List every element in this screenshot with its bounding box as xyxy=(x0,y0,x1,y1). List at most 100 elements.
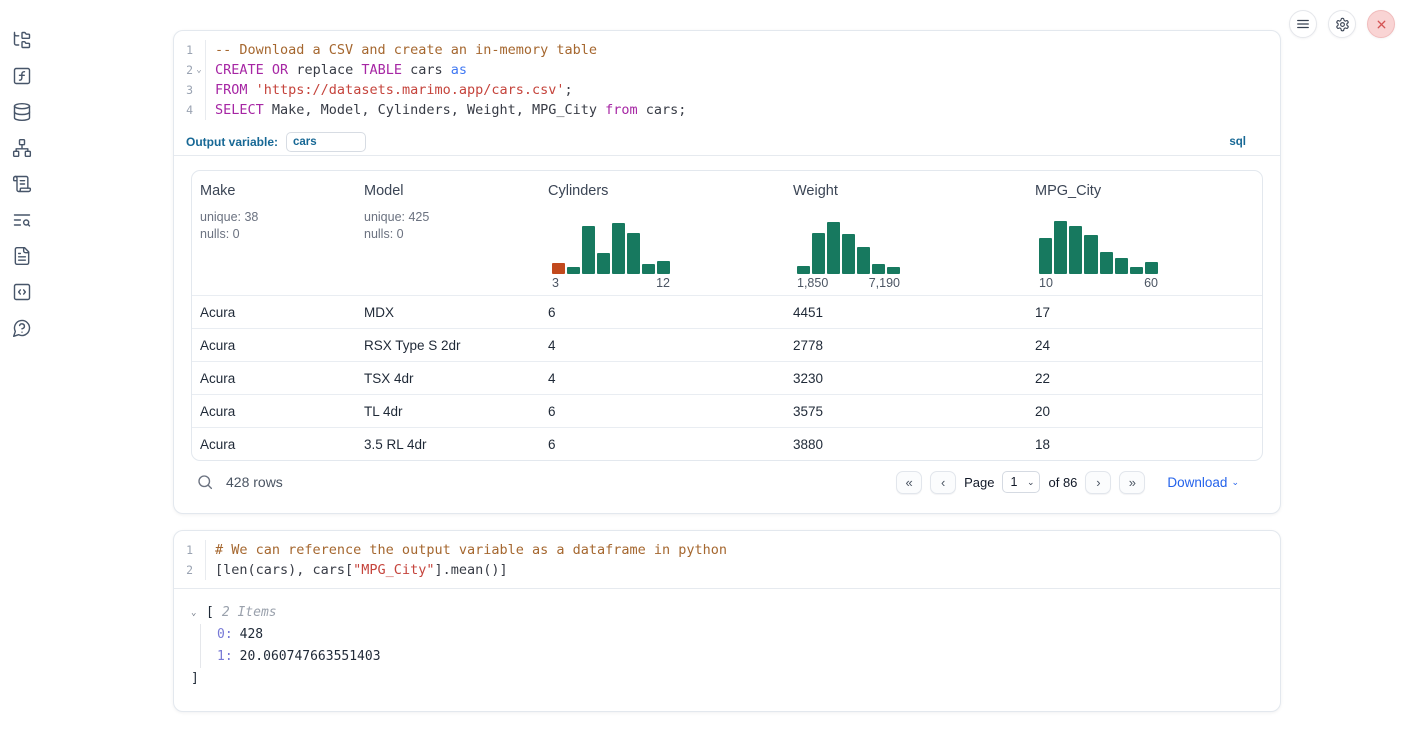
table-row[interactable]: AcuraTL 4dr6357520 xyxy=(192,394,1262,427)
histogram-bars xyxy=(797,218,900,274)
histogram-bar[interactable] xyxy=(1145,262,1158,274)
collapse-chevron-icon[interactable]: ⌄ xyxy=(191,602,206,624)
table-cell: 3880 xyxy=(785,437,1027,452)
sql-code-editor[interactable]: 1-- Download a CSV and create an in-memo… xyxy=(174,31,1280,128)
sidebar-item-datasources[interactable] xyxy=(0,94,44,130)
gear-icon xyxy=(1335,17,1350,32)
histogram-bar[interactable] xyxy=(612,223,625,274)
code-token: cars xyxy=(402,62,451,78)
code-line[interactable]: 2⌄CREATE OR replace TABLE cars as xyxy=(174,60,1280,80)
code-line[interactable]: 2[len(cars), cars["MPG_City"].mean()] xyxy=(174,560,1280,580)
code-token: replace xyxy=(288,62,361,78)
code-line[interactable]: 1# We can reference the output variable … xyxy=(174,540,1280,560)
histogram-bar[interactable] xyxy=(887,267,900,274)
histogram-bar[interactable] xyxy=(552,263,565,274)
column-header[interactable]: Makeunique: 38nulls: 0 xyxy=(192,171,356,295)
histogram-bar[interactable] xyxy=(657,261,670,274)
code-line[interactable]: 4SELECT Make, Model, Cylinders, Weight, … xyxy=(174,100,1280,120)
stat-line: unique: 38 xyxy=(200,209,356,226)
menu-button[interactable] xyxy=(1289,10,1317,38)
table-row[interactable]: AcuraTSX 4dr4323022 xyxy=(192,361,1262,394)
code-line[interactable]: 1-- Download a CSV and create an in-memo… xyxy=(174,40,1280,60)
python-cell: 1# We can reference the output variable … xyxy=(173,530,1281,712)
histogram-bar[interactable] xyxy=(642,264,655,274)
histogram-bar[interactable] xyxy=(797,266,810,274)
histogram-bar[interactable] xyxy=(1130,267,1143,274)
code-token: cars; xyxy=(638,102,687,118)
sidebar-item-variables[interactable] xyxy=(0,58,44,94)
sidebar-item-logs[interactable] xyxy=(0,202,44,238)
output-variable-bar: Output variable: sql xyxy=(174,128,1280,156)
download-button[interactable]: Download⌄ xyxy=(1167,475,1239,490)
sidebar-item-help[interactable] xyxy=(0,310,44,346)
next-page-button[interactable]: › xyxy=(1085,471,1111,494)
list-entries: 0:4281:20.060747663551403 xyxy=(200,624,1263,668)
page-select[interactable]: 1 ⌄ xyxy=(1002,471,1040,493)
last-page-button[interactable]: » xyxy=(1119,471,1145,494)
list-item: 0:428 xyxy=(217,624,1263,646)
search-icon[interactable] xyxy=(196,473,214,491)
code-text: CREATE OR replace TABLE cars as xyxy=(206,60,467,80)
sidebar-item-snippets[interactable] xyxy=(0,274,44,310)
close-icon xyxy=(1375,18,1388,31)
column-header[interactable]: MPG_City1060 xyxy=(1027,171,1262,295)
histogram-max-label: 12 xyxy=(656,276,670,290)
histogram-bar[interactable] xyxy=(842,234,855,274)
histogram-bar[interactable] xyxy=(1039,238,1052,274)
code-line[interactable]: 3FROM 'https://datasets.marimo.app/cars.… xyxy=(174,80,1280,100)
table-cell: 3230 xyxy=(785,371,1027,386)
column-header[interactable]: Modelunique: 425nulls: 0 xyxy=(356,171,540,295)
sidebar-item-scratchpad[interactable] xyxy=(0,166,44,202)
list-item-index: 1: xyxy=(217,646,233,668)
table-cell: Acura xyxy=(192,437,356,452)
histogram-bar[interactable] xyxy=(1084,235,1097,274)
first-page-button[interactable]: « xyxy=(896,471,922,494)
sidebar-item-documentation[interactable] xyxy=(0,238,44,274)
histogram-bar[interactable] xyxy=(1069,226,1082,274)
prev-page-button[interactable]: ‹ xyxy=(930,471,956,494)
code-token: as xyxy=(451,62,467,78)
histogram-bar[interactable] xyxy=(582,226,595,274)
code-token xyxy=(248,82,256,98)
code-text: -- Download a CSV and create an in-memor… xyxy=(206,40,597,60)
sidebar-item-file-explorer[interactable] xyxy=(0,22,44,58)
column-header[interactable]: Cylinders312 xyxy=(540,171,785,295)
sidebar-item-dependency-graph[interactable] xyxy=(0,130,44,166)
table-cell: 6 xyxy=(540,404,785,419)
column-header[interactable]: Weight1,8507,190 xyxy=(785,171,1027,295)
table-cell: 17 xyxy=(1027,305,1262,320)
table-cell: 6 xyxy=(540,305,785,320)
language-badge: sql xyxy=(1229,136,1246,148)
histogram-bar[interactable] xyxy=(1100,252,1113,274)
chevron-down-icon: ⌄ xyxy=(1231,477,1239,488)
histogram-bar[interactable] xyxy=(1054,221,1067,274)
code-token: CREATE xyxy=(215,62,264,78)
python-code-editor[interactable]: 1# We can reference the output variable … xyxy=(174,531,1280,589)
histogram-bar[interactable] xyxy=(857,247,870,274)
table-row[interactable]: Acura3.5 RL 4dr6388018 xyxy=(192,427,1262,460)
table-row[interactable]: AcuraRSX Type S 2dr4277824 xyxy=(192,328,1262,361)
histogram-bar[interactable] xyxy=(872,264,885,274)
close-bracket: ] xyxy=(191,668,199,690)
scratchpad-icon xyxy=(12,174,32,194)
table-row[interactable]: AcuraMDX6445117 xyxy=(192,295,1262,328)
settings-button[interactable] xyxy=(1328,10,1356,38)
histogram-bar[interactable] xyxy=(812,233,825,274)
code-token: FROM xyxy=(215,82,248,98)
left-sidebar xyxy=(0,0,44,729)
histogram-bar[interactable] xyxy=(1115,258,1128,274)
histogram-bar[interactable] xyxy=(627,233,640,274)
column-label: MPG_City xyxy=(1035,183,1262,199)
pagination: « ‹ Page 1 ⌄ of 86 › » Download⌄ xyxy=(896,471,1239,494)
histogram-bar[interactable] xyxy=(827,222,840,274)
shutdown-button[interactable] xyxy=(1367,10,1395,38)
list-item-value: 428 xyxy=(240,624,263,646)
code-token xyxy=(264,62,272,78)
histogram-bar[interactable] xyxy=(567,267,580,274)
output-variable-input[interactable] xyxy=(286,132,366,152)
stat-line: unique: 425 xyxy=(364,209,540,226)
table-cell: TL 4dr xyxy=(356,404,540,419)
histogram-bar[interactable] xyxy=(597,253,610,274)
list-item: 1:20.060747663551403 xyxy=(217,646,1263,668)
fold-chevron-icon[interactable]: ⌄ xyxy=(193,60,205,80)
